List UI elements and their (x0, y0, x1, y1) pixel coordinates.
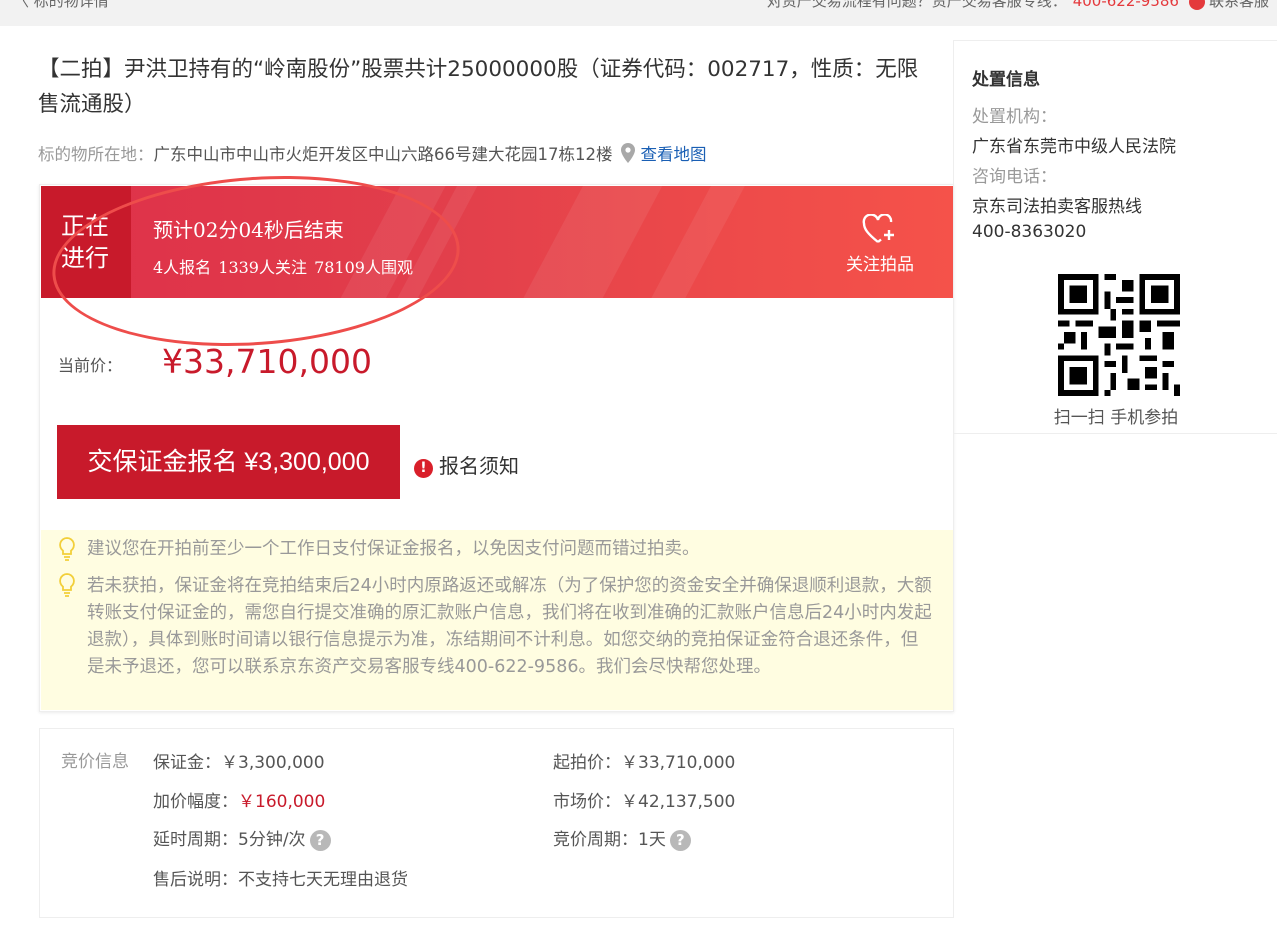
location-label: 标的物所在地： (38, 145, 154, 164)
location-pin-icon (620, 143, 635, 163)
participation-counts: 4人报名 1339人关注 78109人围观 (153, 258, 413, 277)
tips-box: 建议您在开拍前至少一个工作日支付保证金报名，以免因支付问题而错过拍卖。 若未获拍… (41, 530, 953, 710)
increment-label: 加价幅度： (153, 792, 238, 812)
help-icon[interactable]: ? (669, 830, 691, 851)
follow-item-button[interactable]: 关注拍品 (840, 214, 920, 275)
delay-row: 延时周期：5分钟/次? (153, 825, 331, 851)
scan-to-bid-text: 扫一扫 手机参拍 (1053, 408, 1179, 428)
view-map-link[interactable]: 查看地图 (641, 145, 707, 164)
aftersale-label: 售后说明： (153, 870, 238, 890)
auction-status-banner: 正在 进行 预计02分04秒后结束 4人报名 1339人关注 78109人围观 … (41, 186, 954, 298)
cycle-label: 竞价周期： (553, 830, 638, 850)
heart-plus-icon (862, 214, 894, 243)
countdown-text: 预计02分04秒后结束 (153, 218, 344, 242)
tip-text: 若未获拍，保证金将在竞拍结束后24小时内原路返还或解冻（为了保护您的资金安全并确… (87, 576, 932, 677)
lightbulb-icon (59, 537, 75, 561)
phone-label: 咨询电话： (972, 167, 1057, 187)
org-label: 处置机构： (972, 107, 1057, 127)
follow-label: 关注拍品 (846, 255, 914, 275)
service-text: 对资产交易流程有问题？资产交易客服专线： (766, 0, 1067, 10)
deposit-row: 保证金：￥3,300,000 (153, 748, 325, 773)
market-price-label: 市场价： (553, 792, 621, 812)
location-value: 广东中山市中山市火炬开发区中山六路66号建大花园17栋12楼 (153, 145, 613, 164)
service-info: 对资产交易流程有问题？资产交易客服专线： 400-622-9586 联系客服 (767, 0, 1269, 11)
current-price-label: 当前价： (58, 356, 123, 375)
service-phone: 400-622-9586 (1072, 0, 1179, 10)
back-link[interactable]: 〈 标的物详情 (14, 0, 109, 11)
aftersale-row: 售后说明：不支持七天无理由退货 (153, 865, 408, 890)
bid-info-section: 竞价信息 保证金：￥3,300,000 起拍价：￥33,710,000 加价幅度… (39, 728, 954, 918)
bid-info-title: 竞价信息 (61, 752, 129, 772)
pay-deposit-register-button[interactable]: 交保证金报名 ¥3,300,000 (57, 425, 400, 499)
qr-code (1058, 274, 1180, 396)
cycle-value: 1天 (638, 830, 666, 850)
market-price-value: ￥42,137,500 (621, 792, 736, 812)
contact-service-link[interactable]: 联系客服 (1209, 0, 1269, 10)
delay-value: 5分钟/次 (238, 830, 306, 850)
item-location: 标的物所在地：广东中山市中山市火炬开发区中山六路66号建大花园17栋12楼 查看地… (38, 141, 707, 165)
increment-row: 加价幅度：￥160,000 (153, 787, 325, 812)
warning-icon: ! (414, 459, 433, 478)
registration-notice-link[interactable]: ! 报名须知 (414, 450, 519, 479)
market-price-row: 市场价：￥42,137,500 (553, 787, 735, 812)
start-price-label: 起拍价： (553, 753, 621, 773)
item-title: 【二拍】尹洪卫持有的“岭南股份”股票共计25000000股（证券代码：00271… (38, 57, 919, 117)
increment-value: ￥160,000 (238, 792, 326, 812)
deposit-label: 保证金： (153, 753, 221, 773)
cycle-row: 竞价周期：1天? (553, 825, 691, 851)
phone-line-1: 京东司法拍卖客服热线 (972, 197, 1142, 217)
start-price-value: ￥33,710,000 (621, 753, 736, 773)
status-line-1: 正在 (61, 212, 109, 240)
notice-label: 报名须知 (439, 454, 519, 478)
current-price-value: ¥33,710,000 (162, 342, 372, 381)
deposit-value: ￥3,300,000 (221, 753, 325, 773)
lightbulb-icon (59, 573, 75, 597)
sidebar-title: 处置信息 (972, 70, 1040, 90)
start-price-row: 起拍价：￥33,710,000 (553, 748, 735, 773)
status-badge: 正在 进行 (41, 186, 131, 298)
service-icon (1188, 0, 1205, 10)
status-line-2: 进行 (61, 244, 109, 272)
phone-line-2: 400-8363020 (972, 222, 1087, 242)
tip-text: 建议您在开拍前至少一个工作日支付保证金报名，以免因支付问题而错过拍卖。 (87, 539, 700, 559)
aftersale-value: 不支持七天无理由退货 (238, 870, 408, 890)
help-icon[interactable]: ? (309, 830, 331, 851)
delay-label: 延时周期： (153, 830, 238, 850)
top-bar: 〈 标的物详情 对资产交易流程有问题？资产交易客服专线： 400-622-9586… (0, 0, 1277, 26)
disposal-info-sidebar: 处置信息 处置机构： 广东省东莞市中级人民法院 咨询电话： 京东司法拍卖客服热线… (953, 40, 1277, 434)
org-value: 广东省东莞市中级人民法院 (972, 137, 1176, 157)
